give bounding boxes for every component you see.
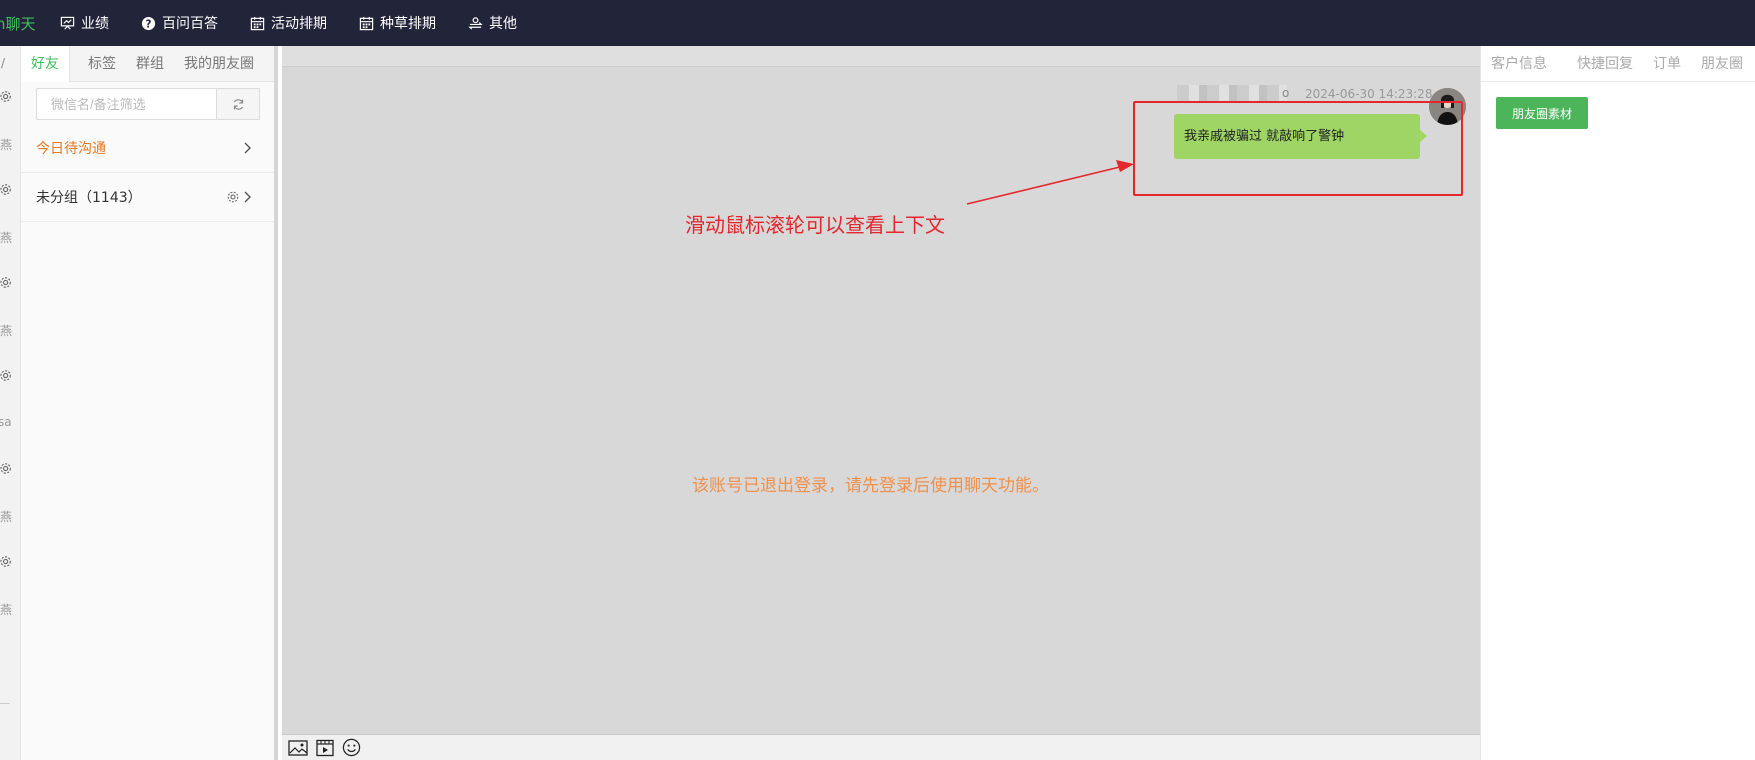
tab-groups[interactable]: 群组 [126,46,174,82]
group-ungrouped-label: 未分组（1143） [36,190,142,206]
chevron-right-icon [244,142,251,154]
nav-performance[interactable]: 业绩 [60,13,109,33]
gear-icon[interactable] [0,554,15,569]
rail-account-name[interactable]: 燕 [0,322,20,339]
nav-other-label: 其他 [489,16,517,32]
emoji-icon[interactable] [342,738,361,757]
logout-notice: 该账号已退出登录，请先登录后使用聊天功能。 [692,476,1049,496]
tab-quick-reply[interactable]: 快捷回复 [1557,46,1643,82]
nav-faq[interactable]: ? 百问百答 [141,13,218,33]
tab-customer-info[interactable]: 客户信息 [1481,46,1557,82]
gear-icon[interactable] [0,461,15,476]
tab-my-moments[interactable]: 我的朋友圈 [174,46,264,82]
group-today-pending[interactable]: 今日待沟通 [21,124,274,173]
chat-toolbar [282,734,1480,760]
group-ungrouped[interactable]: 未分组（1143） [21,173,274,222]
gear-icon[interactable] [0,368,15,383]
image-icon[interactable] [288,739,308,756]
customer-side-panel: 客户信息 快捷回复 订单 朋友圈 朋友圈素材 [1480,46,1755,760]
nav-activity-schedule-label: 活动排期 [271,16,327,32]
annotation-text: 滑动鼠标滚轮可以查看上下文 [685,213,945,237]
help-circle-icon: ? [141,16,156,30]
nav-performance-label: 业绩 [81,16,109,32]
nav-faq-label: 百问百答 [162,16,218,32]
rail-account-name[interactable]: 燕 [0,136,20,153]
svg-text:?: ? [146,18,152,30]
rail-account-name[interactable]: 燕 [0,229,20,246]
moments-material-button[interactable]: 朋友圈素材 [1496,97,1588,129]
annotation-arrow [966,160,1134,205]
brand-label[interactable]: h聊天 [0,13,48,34]
account-rail: / 燕 燕 燕 sa 燕 燕 [0,46,21,760]
gear-icon[interactable] [0,182,15,197]
rail-account-name[interactable]: 燕 [0,508,20,525]
rail-account-name[interactable]: sa [0,415,19,429]
calendar-icon [359,16,374,30]
gear-icon[interactable] [226,190,240,204]
rail-account-name[interactable]: 燕 [0,601,20,618]
nav-other[interactable]: 其他 [468,13,517,33]
rail-divider [0,703,10,704]
chevron-right-icon [244,191,251,203]
friend-search-row [36,88,260,120]
top-nav-bar: h聊天 业绩 ? 百问百答 活动排期 种草排期 其他 [0,0,1755,46]
gear-icon[interactable] [0,89,15,104]
tab-moments[interactable]: 朋友圈 [1691,46,1753,82]
tab-friends[interactable]: 好友 [21,46,70,82]
nav-activity-schedule[interactable]: 活动排期 [250,13,327,33]
refresh-icon [233,98,243,110]
tab-tags[interactable]: 标签 [70,46,126,82]
chat-area[interactable]: o 2024-06-30 14:23:28 我亲戚被骗过 就敲响了警钟 滑动鼠标… [282,46,1480,760]
friend-search-input[interactable] [36,88,216,120]
video-icon[interactable] [316,739,334,757]
group-today-pending-label: 今日待沟通 [36,141,106,157]
side-panel-tabs: 客户信息 快捷回复 订单 朋友圈 [1481,46,1755,82]
friends-tabs: 好友 标签 群组 我的朋友圈 [21,46,274,82]
tab-orders[interactable]: 订单 [1643,46,1691,82]
calendar-icon [250,16,265,30]
presentation-icon [60,16,75,30]
nav-seeding-schedule[interactable]: 种草排期 [359,13,436,33]
gear-icon[interactable] [0,275,15,290]
settings-swap-icon [468,16,483,30]
friends-panel: 好友 标签 群组 我的朋友圈 今日待沟通 未分组（1143） [21,46,278,760]
nav-seeding-schedule-label: 种草排期 [380,16,436,32]
rail-top-mark: / [1,56,6,70]
refresh-button[interactable] [216,88,260,120]
